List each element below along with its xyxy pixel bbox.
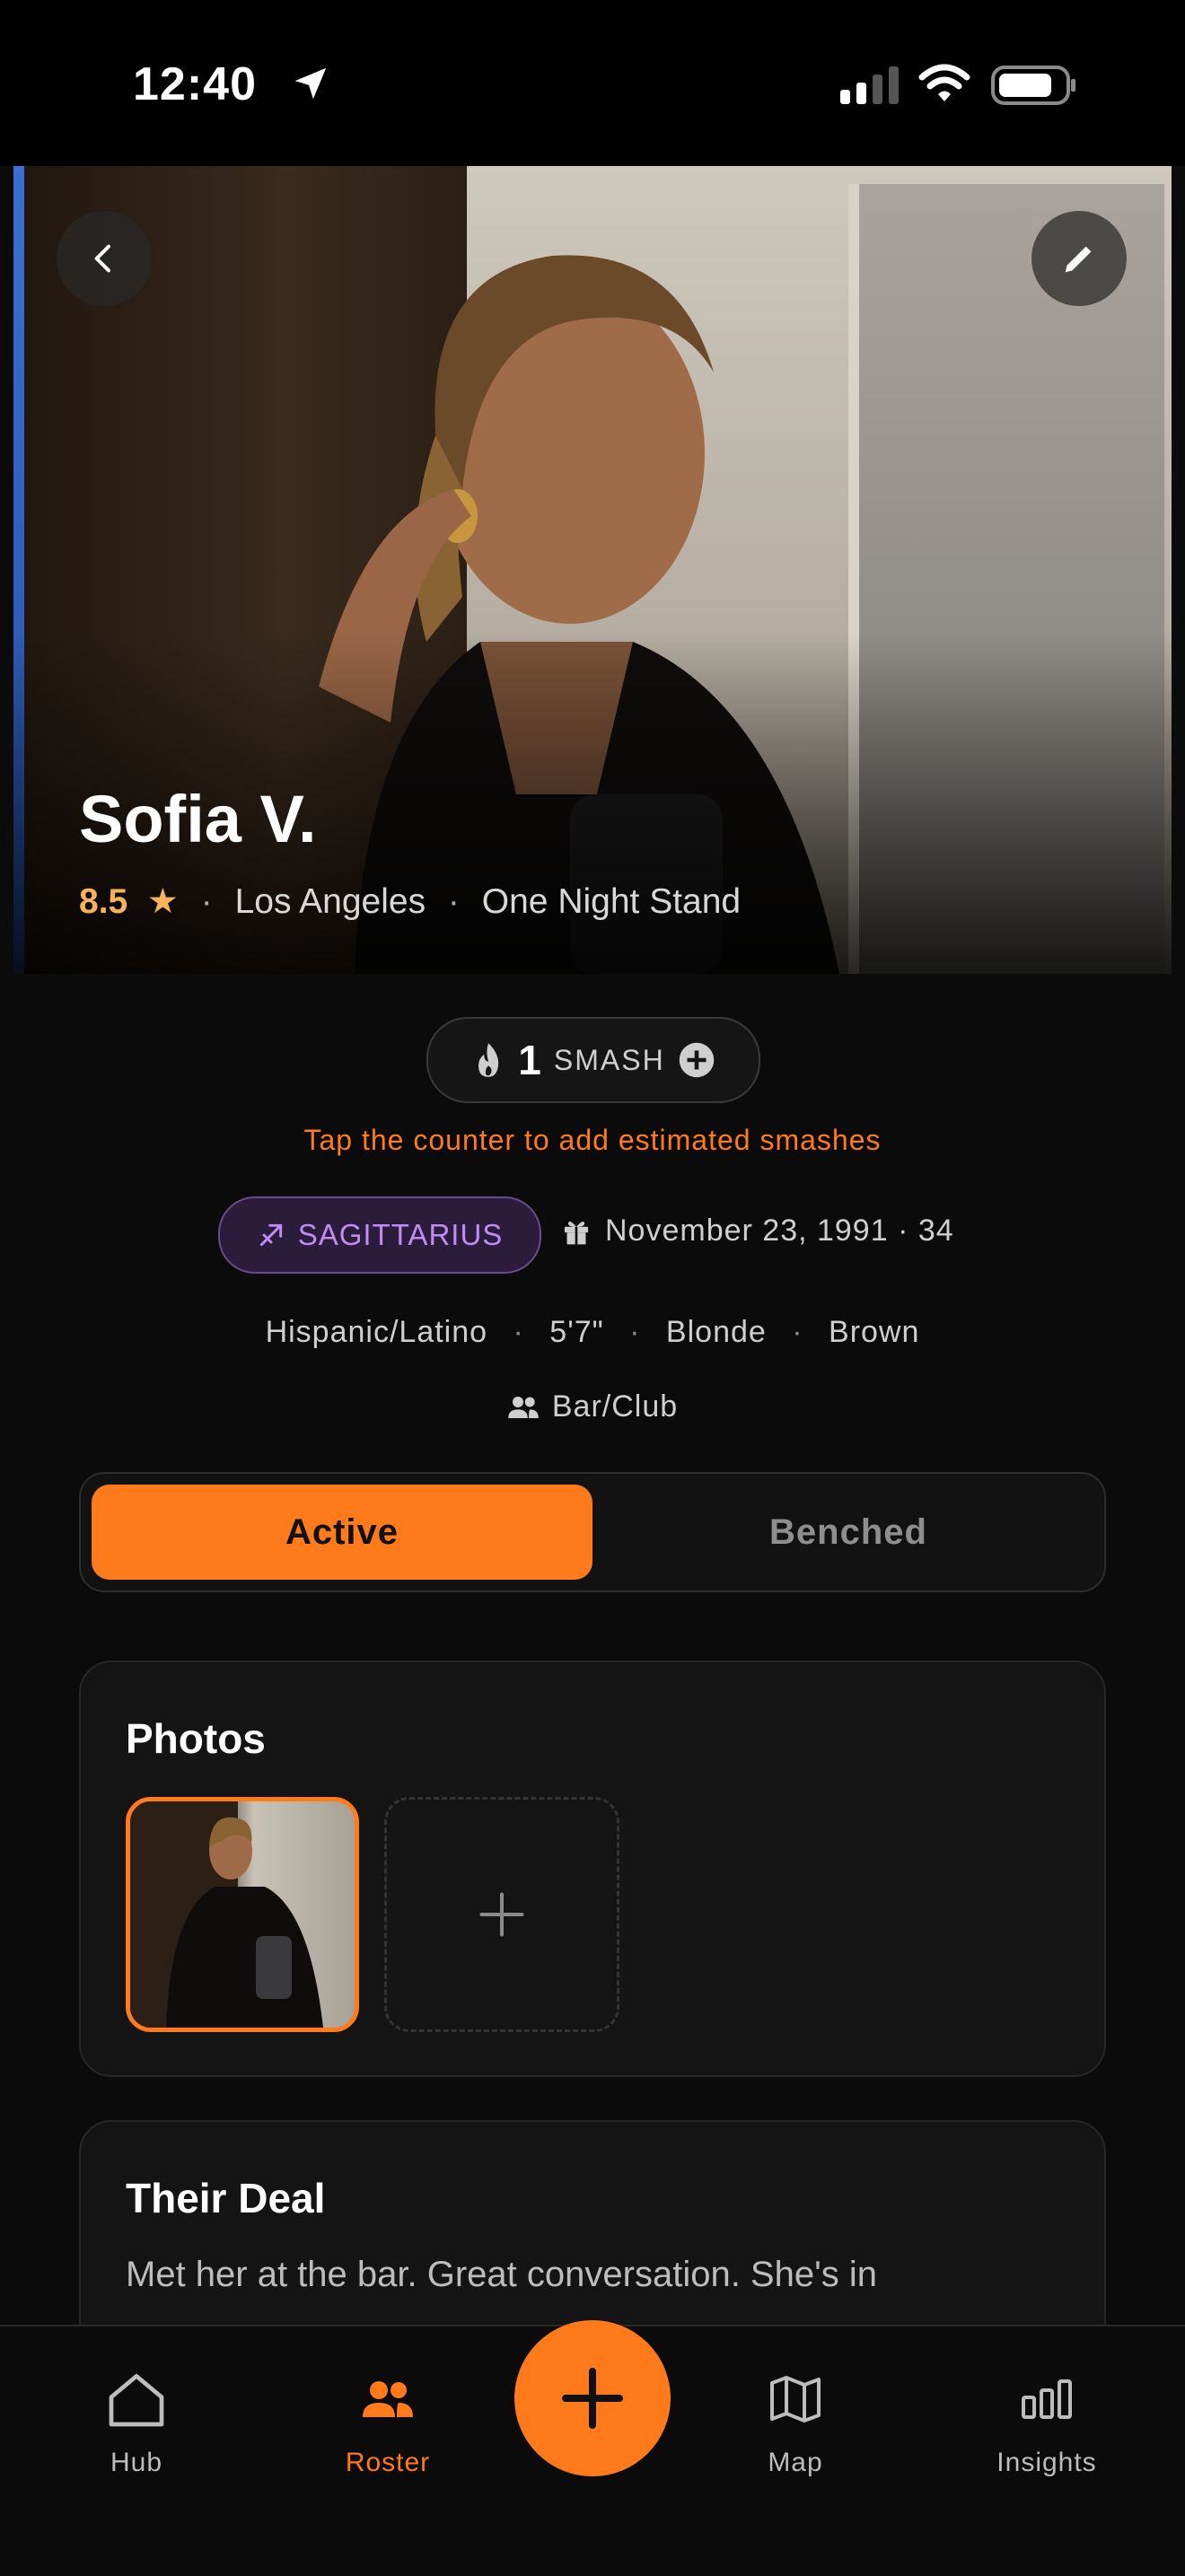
battery-icon [991, 66, 1075, 105]
their-deal-title: Their Deal [126, 2175, 326, 2221]
edit-button[interactable] [1031, 211, 1127, 306]
smash-counter[interactable]: 1 SMASH [426, 1017, 760, 1103]
bar-chart-icon [1022, 2379, 1072, 2419]
status-time: 12:40 [133, 58, 257, 110]
photo-thumbnail-image [130, 1801, 323, 2028]
flame-icon [478, 1043, 499, 1077]
pencil-icon [1065, 246, 1092, 273]
people-icon [508, 1396, 539, 1418]
plus-circle-icon [679, 1042, 714, 1078]
separator-dot: · [792, 1315, 803, 1349]
sagittarius-arrow-icon [259, 1223, 282, 1247]
tab-insights[interactable]: Insights [957, 2367, 1137, 2478]
chevron-left-icon [94, 244, 110, 273]
met-at-text: Bar/Club [551, 1389, 679, 1424]
profile-meta: 8.5 ★ · Los Angeles · One Night Stand [79, 881, 741, 922]
photos-title: Photos [126, 1715, 266, 1762]
photo-thumbnail[interactable] [126, 1797, 359, 2032]
location-arrow-icon [294, 67, 327, 100]
trait-ethnicity: Hispanic/Latino [265, 1315, 488, 1349]
birthday-text: November 23, 1991 · 34 [605, 1214, 954, 1248]
map-icon [770, 2376, 821, 2423]
status-bar: 12:40 [0, 0, 1185, 166]
profile-location: Los Angeles [234, 882, 426, 921]
tab-roster[interactable]: Roster [298, 2367, 478, 2478]
back-button[interactable] [57, 211, 152, 306]
birthday: November 23, 1991 · 34 [562, 1214, 954, 1249]
home-icon [109, 2374, 164, 2427]
benched-option[interactable]: Benched [603, 1485, 1093, 1580]
star-icon: ★ [137, 882, 179, 921]
smash-hint: Tap the counter to add estimated smashes [303, 1124, 882, 1156]
trait-eyes: Brown [829, 1315, 920, 1349]
smash-count: 1 [518, 1037, 541, 1083]
tab-map[interactable]: Map [706, 2367, 885, 2478]
traits-row: Hispanic/Latino · 5'7" · Blonde · Brown [0, 1315, 1185, 1350]
gift-icon [564, 1221, 589, 1244]
zodiac-badge[interactable]: SAGITTARIUS [218, 1196, 541, 1274]
trait-hair: Blonde [665, 1315, 767, 1349]
their-deal-text: Met her at the bar. Great conversation. … [126, 2255, 877, 2294]
status-toggle: Active Benched [79, 1472, 1106, 1592]
add-button[interactable] [514, 2320, 671, 2476]
people-icon [363, 2381, 413, 2417]
separator-dot: · [513, 1315, 524, 1349]
profile-rating: 8.5 [79, 882, 128, 921]
tab-roster-label: Roster [345, 2448, 431, 2477]
tab-map-label: Map [768, 2448, 823, 2477]
photos-card: Photos [79, 1660, 1106, 2077]
signal-icon [840, 66, 899, 104]
tab-hub-label: Hub [110, 2448, 163, 2477]
separator-dot: · [200, 882, 213, 921]
active-option[interactable]: Active [92, 1485, 592, 1580]
zodiac-sign: SAGITTARIUS [297, 1218, 504, 1251]
add-photo-button[interactable] [384, 1797, 619, 2032]
tab-hub[interactable]: Hub [47, 2367, 226, 2478]
plus-icon [479, 1892, 524, 1937]
tab-insights-label: Insights [996, 2448, 1097, 2477]
met-at: Bar/Club [0, 1389, 1185, 1424]
profile-relationship: One Night Stand [481, 882, 742, 921]
wifi-icon [918, 64, 970, 101]
profile-name: Sofia V. [79, 782, 317, 856]
plus-icon [562, 2368, 623, 2429]
separator-dot: · [447, 882, 460, 921]
smash-label: SMASH [553, 1043, 665, 1076]
trait-height: 5'7" [549, 1315, 604, 1349]
separator-dot: · [629, 1315, 641, 1349]
